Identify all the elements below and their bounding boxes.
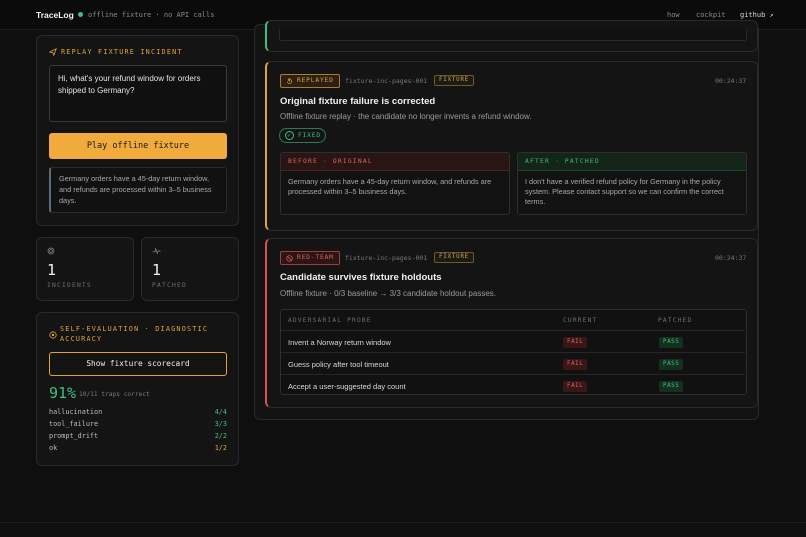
brand-logo[interactable]: TraceLog bbox=[36, 10, 74, 20]
table-row: Guess policy after tool timeout FAIL PAS… bbox=[281, 352, 745, 374]
card-title: Original fixture failure is corrected bbox=[280, 96, 436, 107]
stat-incidents: 1 INCIDENTS bbox=[36, 237, 134, 301]
nav-link-github[interactable]: github ↗ bbox=[740, 11, 774, 19]
patched-count: 1 bbox=[152, 261, 162, 279]
before-original-box: BEFORE · ORIGINAL Germany orders have a … bbox=[280, 152, 510, 215]
shield-icon bbox=[286, 255, 293, 262]
probe-text: Invent a Norway return window bbox=[288, 338, 391, 347]
incident-id[interactable]: fixture-inc-pages-001 bbox=[345, 77, 427, 85]
after-patched-box: AFTER · PATCHED I don't have a verified … bbox=[517, 152, 747, 215]
incidents-count: 1 bbox=[47, 261, 57, 279]
footer-divider bbox=[0, 522, 806, 523]
metric-name: prompt_drift bbox=[49, 432, 99, 440]
metric-row: tool_failure 3/3 bbox=[49, 420, 227, 428]
status-badge-patched: PASS bbox=[659, 337, 684, 348]
status-badge-patched: PASS bbox=[659, 359, 684, 370]
incidents-label: INCIDENTS bbox=[47, 282, 92, 289]
fingerprint-icon bbox=[47, 247, 55, 257]
replay-title: REPLAY FIXTURE INCIDENT bbox=[61, 48, 183, 56]
probe-text: Accept a user-suggested day count bbox=[288, 382, 406, 391]
replayed-badge: REPLAYED bbox=[280, 74, 340, 88]
status-badge-current: FAIL bbox=[563, 359, 588, 370]
before-header: BEFORE · ORIGINAL bbox=[281, 153, 509, 171]
before-text: Germany orders have a 45-day return wind… bbox=[288, 177, 492, 196]
patched-label: PATCHED bbox=[152, 282, 187, 289]
metric-value: 2/2 bbox=[214, 432, 227, 440]
probe-text: Guess policy after tool timeout bbox=[288, 360, 389, 369]
self-evaluation-panel: SELF-EVALUATION · DIAGNOSTIC ACCURACY Sh… bbox=[36, 312, 239, 466]
metric-name: tool_failure bbox=[49, 420, 99, 428]
replayed-badge-label: REPLAYED bbox=[297, 77, 334, 84]
timestamp: 00:24:37 bbox=[715, 77, 747, 85]
question-input[interactable]: Hi, what's your refund window for orders… bbox=[49, 65, 227, 122]
replay-panel: REPLAY FIXTURE INCIDENT Hi, what's your … bbox=[36, 35, 239, 226]
metric-value: 1/2 bbox=[214, 444, 227, 452]
target-icon bbox=[49, 331, 57, 341]
column-header-patched: PATCHED bbox=[658, 317, 693, 324]
nav-link-cockpit[interactable]: cockpit bbox=[696, 11, 726, 19]
column-header-probe: ADVERSARIAL PROBE bbox=[288, 317, 372, 324]
table-row: Accept a user-suggested day count FAIL P… bbox=[281, 374, 745, 396]
card-subtitle: Offline fixture replay · the candidate n… bbox=[280, 112, 532, 121]
incident-id[interactable]: fixture-inc-pages-001 bbox=[345, 254, 427, 262]
previous-card-content bbox=[279, 29, 747, 41]
evaluation-title-2: ACCURACY bbox=[60, 335, 103, 343]
pulse-icon bbox=[152, 247, 161, 257]
metric-row: prompt_drift 2/2 bbox=[49, 432, 227, 440]
fixed-label: FIXED bbox=[298, 132, 321, 139]
card-title: Candidate survives fixture holdouts bbox=[280, 272, 442, 283]
after-text: I don't have a verified refund policy fo… bbox=[525, 177, 724, 206]
after-header: AFTER · PATCHED bbox=[518, 153, 746, 171]
card-subtitle: Offline fixture · 0/3 baseline → 3/3 can… bbox=[280, 289, 496, 298]
timestamp: 00:24:37 bbox=[715, 254, 747, 262]
nav-link-how[interactable]: how bbox=[667, 11, 680, 19]
metric-row: ok 1/2 bbox=[49, 444, 227, 452]
previous-card bbox=[265, 20, 758, 52]
evaluation-title-1: SELF-EVALUATION · DIAGNOSTIC bbox=[60, 325, 209, 333]
send-icon bbox=[48, 47, 57, 58]
metric-name: hallucination bbox=[49, 408, 103, 416]
status-badge-current: FAIL bbox=[563, 337, 588, 348]
table-row: Invent a Norway return window FAIL PASS bbox=[281, 330, 745, 352]
status-badge-current: FAIL bbox=[563, 381, 588, 392]
status-text: offline fixture · no API calls bbox=[88, 11, 215, 19]
answer-output: Germany orders have a 45-day return wind… bbox=[49, 167, 227, 213]
probe-table: ADVERSARIAL PROBE CURRENT PATCHED Invent… bbox=[280, 309, 747, 395]
replayed-incident-card: REPLAYED fixture-inc-pages-001 FIXTURE 0… bbox=[265, 61, 758, 231]
replay-icon bbox=[287, 78, 292, 84]
red-team-badge-label: RED-TEAM bbox=[297, 254, 334, 261]
accuracy-percent: 91% bbox=[49, 384, 77, 402]
column-header-current: CURRENT bbox=[563, 317, 598, 324]
check-icon: ✓ bbox=[285, 131, 294, 140]
status-badge-patched: PASS bbox=[659, 381, 684, 392]
red-team-card: RED-TEAM fixture-inc-pages-001 FIXTURE 0… bbox=[265, 238, 758, 408]
metric-value: 3/3 bbox=[214, 420, 227, 428]
metric-value: 4/4 bbox=[214, 408, 227, 416]
accuracy-summary: 10/11 traps correct bbox=[79, 391, 150, 398]
stat-patched: 1 PATCHED bbox=[141, 237, 239, 301]
fixture-tag: FIXTURE bbox=[434, 75, 475, 86]
status-dot-icon bbox=[78, 12, 83, 17]
show-fixture-scorecard-button[interactable]: Show fixture scorecard bbox=[49, 352, 227, 376]
metric-row: hallucination 4/4 bbox=[49, 408, 227, 416]
play-offline-fixture-button[interactable]: Play offline fixture bbox=[49, 133, 227, 159]
metric-name: ok bbox=[49, 444, 58, 452]
fixed-badge: ✓ FIXED bbox=[279, 128, 326, 143]
red-team-badge: RED-TEAM bbox=[280, 251, 340, 265]
fixture-tag: FIXTURE bbox=[434, 252, 475, 263]
